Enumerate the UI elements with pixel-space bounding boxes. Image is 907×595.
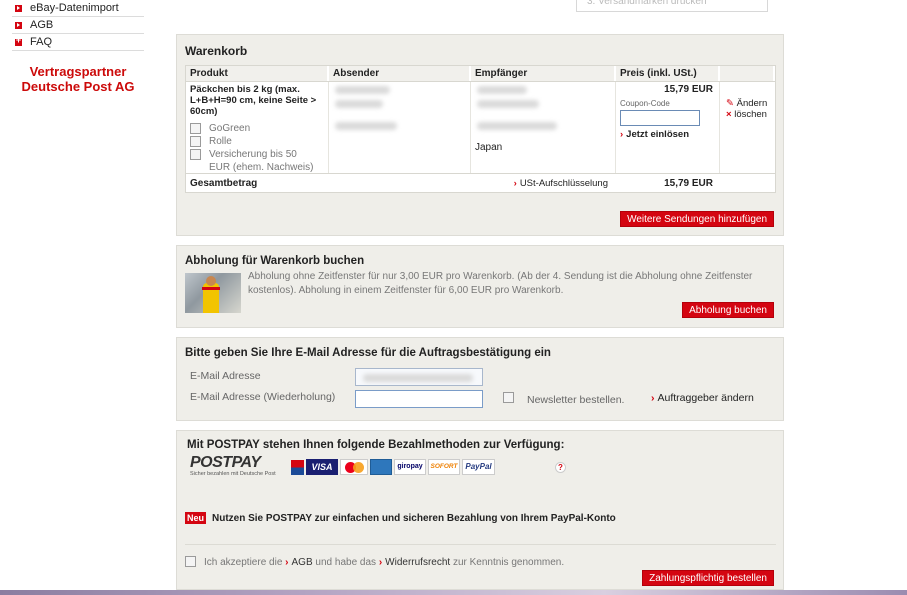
sofort-icon: SOFORT bbox=[428, 459, 460, 475]
pickup-panel: Abholung für Warenkorb buchen Abholung o… bbox=[176, 245, 784, 328]
payment-panel: Mit POSTPAY stehen Ihnen folgende Bezahl… bbox=[176, 430, 784, 590]
edit-item-link[interactable]: ✎ Ändern bbox=[726, 98, 767, 109]
delete-item-link[interactable]: × löschen bbox=[726, 109, 767, 120]
agb-link[interactable]: AGB bbox=[285, 557, 312, 568]
option-gogreen[interactable]: GoGreen bbox=[190, 122, 324, 135]
postpay-logo-text: POSTPAY bbox=[190, 454, 261, 471]
item-price: 15,79 EUR bbox=[664, 84, 713, 95]
insurance-checkbox[interactable] bbox=[190, 149, 201, 160]
column-header-actions bbox=[720, 66, 775, 81]
nav-item-ebay-import[interactable]: eBay-Datenimport bbox=[12, 0, 144, 17]
rolle-checkbox[interactable] bbox=[190, 136, 201, 147]
terms-checkbox[interactable] bbox=[185, 556, 196, 567]
nav-item-label: FAQ bbox=[30, 36, 53, 48]
coupon-label: Coupon-Code bbox=[620, 99, 670, 108]
cart-actions-cell: ✎ Ändern × löschen bbox=[720, 82, 775, 173]
plus-bullet-icon bbox=[15, 35, 22, 46]
bottom-edge-strip bbox=[0, 590, 907, 595]
email-repeat-label: E-Mail Adresse (Wiederholung) bbox=[190, 391, 336, 403]
ec-card-icon bbox=[291, 459, 304, 475]
arrow-bullet-icon bbox=[15, 4, 22, 12]
giropay-icon: giropay bbox=[394, 459, 426, 475]
widerrufsrecht-link[interactable]: Widerrufsrecht bbox=[379, 557, 450, 568]
column-header-sender: Absender bbox=[329, 66, 471, 81]
arrow-bullet-icon bbox=[15, 21, 22, 29]
option-label: Rolle bbox=[209, 136, 232, 147]
add-more-shipments-button[interactable]: Weitere Sendungen hinzufügen bbox=[620, 211, 774, 227]
edit-label: Ändern bbox=[736, 98, 768, 109]
product-description: Päckchen bis 2 kg (max. L+B+H=90 cm, kei… bbox=[190, 84, 317, 117]
delete-x-icon: × bbox=[726, 109, 732, 120]
column-header-price: Preis (inkl. USt.) bbox=[616, 66, 720, 81]
vat-breakdown-link[interactable]: USt-Aufschlüsselung bbox=[514, 178, 608, 189]
delete-label: löschen bbox=[734, 109, 767, 120]
postpay-paypal-note: Nutzen Sie POSTPAY zur einfachen und sic… bbox=[212, 513, 616, 524]
cart-sender-cell bbox=[329, 82, 471, 173]
option-label: Versicherung bis 50 EUR (ehem. Nachweis) bbox=[209, 149, 314, 173]
place-order-button[interactable]: Zahlungspflichtig bestellen bbox=[642, 570, 774, 586]
nav-item-faq[interactable]: FAQ bbox=[12, 34, 144, 51]
paypal-icon: PayPal bbox=[462, 459, 495, 475]
redacted-text bbox=[335, 100, 383, 108]
amex-icon bbox=[370, 459, 392, 475]
redeem-coupon-link[interactable]: Jetzt einlösen bbox=[620, 129, 689, 140]
cart-recipient-cell: Japan bbox=[471, 82, 616, 173]
divider bbox=[185, 544, 776, 545]
redacted-text bbox=[477, 122, 557, 130]
cart-price-cell: 15,79 EUR Coupon-Code Jetzt einlösen bbox=[616, 82, 720, 173]
partner-note: Vertragspartner Deutsche Post AG bbox=[12, 64, 144, 94]
newsletter-label: Newsletter bestellen. bbox=[527, 394, 625, 406]
cart-item-row: Päckchen bis 2 kg (max. L+B+H=90 cm, kei… bbox=[186, 82, 775, 173]
visa-icon: VISA bbox=[306, 459, 338, 475]
option-insurance[interactable]: Versicherung bis 50 EUR (ehem. Nachweis) bbox=[190, 148, 324, 174]
cart-title: Warenkorb bbox=[185, 44, 248, 58]
postpay-logo: POSTPAY Sicher bezahlen mit Deutsche Pos… bbox=[190, 454, 276, 477]
redacted-text bbox=[335, 86, 390, 94]
total-label: Gesamtbetrag bbox=[190, 177, 258, 189]
partner-line-1: Vertragspartner bbox=[29, 64, 127, 79]
email-title: Bitte geben Sie Ihre E-Mail Adresse für … bbox=[185, 347, 551, 359]
email-panel: Bitte geben Sie Ihre E-Mail Adresse für … bbox=[176, 337, 784, 421]
book-pickup-button[interactable]: Abholung buchen bbox=[682, 302, 774, 318]
option-rolle[interactable]: Rolle bbox=[190, 135, 324, 148]
mastercard-icon bbox=[340, 459, 368, 475]
redacted-text bbox=[363, 374, 473, 382]
help-icon[interactable]: ? bbox=[555, 462, 566, 473]
total-price: 15,79 EUR bbox=[664, 177, 713, 189]
new-badge: Neu bbox=[185, 512, 207, 524]
change-customer-link[interactable]: Auftraggeber ändern bbox=[651, 392, 754, 404]
payment-title: Mit POSTPAY stehen Ihnen folgende Bezahl… bbox=[187, 439, 565, 451]
option-label: GoGreen bbox=[209, 123, 251, 134]
pickup-title: Abholung für Warenkorb buchen bbox=[185, 255, 365, 267]
postpay-logo-subtitle: Sicher bezahlen mit Deutsche Post bbox=[190, 471, 276, 477]
cart-table: Produkt Absender Empfänger Preis (inkl. … bbox=[185, 65, 776, 193]
redacted-text bbox=[477, 100, 539, 108]
cart-header-row: Produkt Absender Empfänger Preis (inkl. … bbox=[186, 66, 775, 82]
terms-text: Ich akzeptiere die AGB und habe das Wide… bbox=[204, 557, 564, 568]
step-indicator-stub: 3. Versandmarken drucken bbox=[576, 0, 768, 12]
pickup-description: Abholung ohne Zeitfenster für nur 3,00 E… bbox=[248, 271, 753, 296]
redacted-text bbox=[335, 122, 397, 130]
courier-photo bbox=[185, 273, 241, 313]
email-label: E-Mail Adresse bbox=[190, 370, 261, 382]
left-navigation: eBay-Datenimport AGB FAQ Vertragspartner… bbox=[12, 0, 144, 94]
partner-line-2: Deutsche Post AG bbox=[21, 79, 135, 94]
cart-product-cell: Päckchen bis 2 kg (max. L+B+H=90 cm, kei… bbox=[186, 82, 329, 173]
cart-total-row: Gesamtbetrag USt-Aufschlüsselung 15,79 E… bbox=[186, 173, 775, 192]
email-repeat-input[interactable] bbox=[355, 390, 483, 408]
recipient-country: Japan bbox=[475, 142, 503, 153]
redacted-text bbox=[477, 86, 527, 94]
nav-item-label: AGB bbox=[30, 19, 54, 31]
column-header-recipient: Empfänger bbox=[471, 66, 616, 81]
nav-item-label: eBay-Datenimport bbox=[30, 2, 119, 14]
payment-methods: VISA giropay SOFORT PayPal bbox=[291, 459, 495, 475]
newsletter-checkbox[interactable] bbox=[503, 392, 514, 403]
coupon-code-input[interactable] bbox=[620, 110, 700, 126]
gogreen-checkbox[interactable] bbox=[190, 123, 201, 134]
column-header-product: Produkt bbox=[186, 66, 329, 81]
cart-panel: Warenkorb Produkt Absender Empfänger Pre… bbox=[176, 34, 784, 236]
pencil-icon: ✎ bbox=[726, 98, 734, 109]
nav-item-agb[interactable]: AGB bbox=[12, 17, 144, 34]
